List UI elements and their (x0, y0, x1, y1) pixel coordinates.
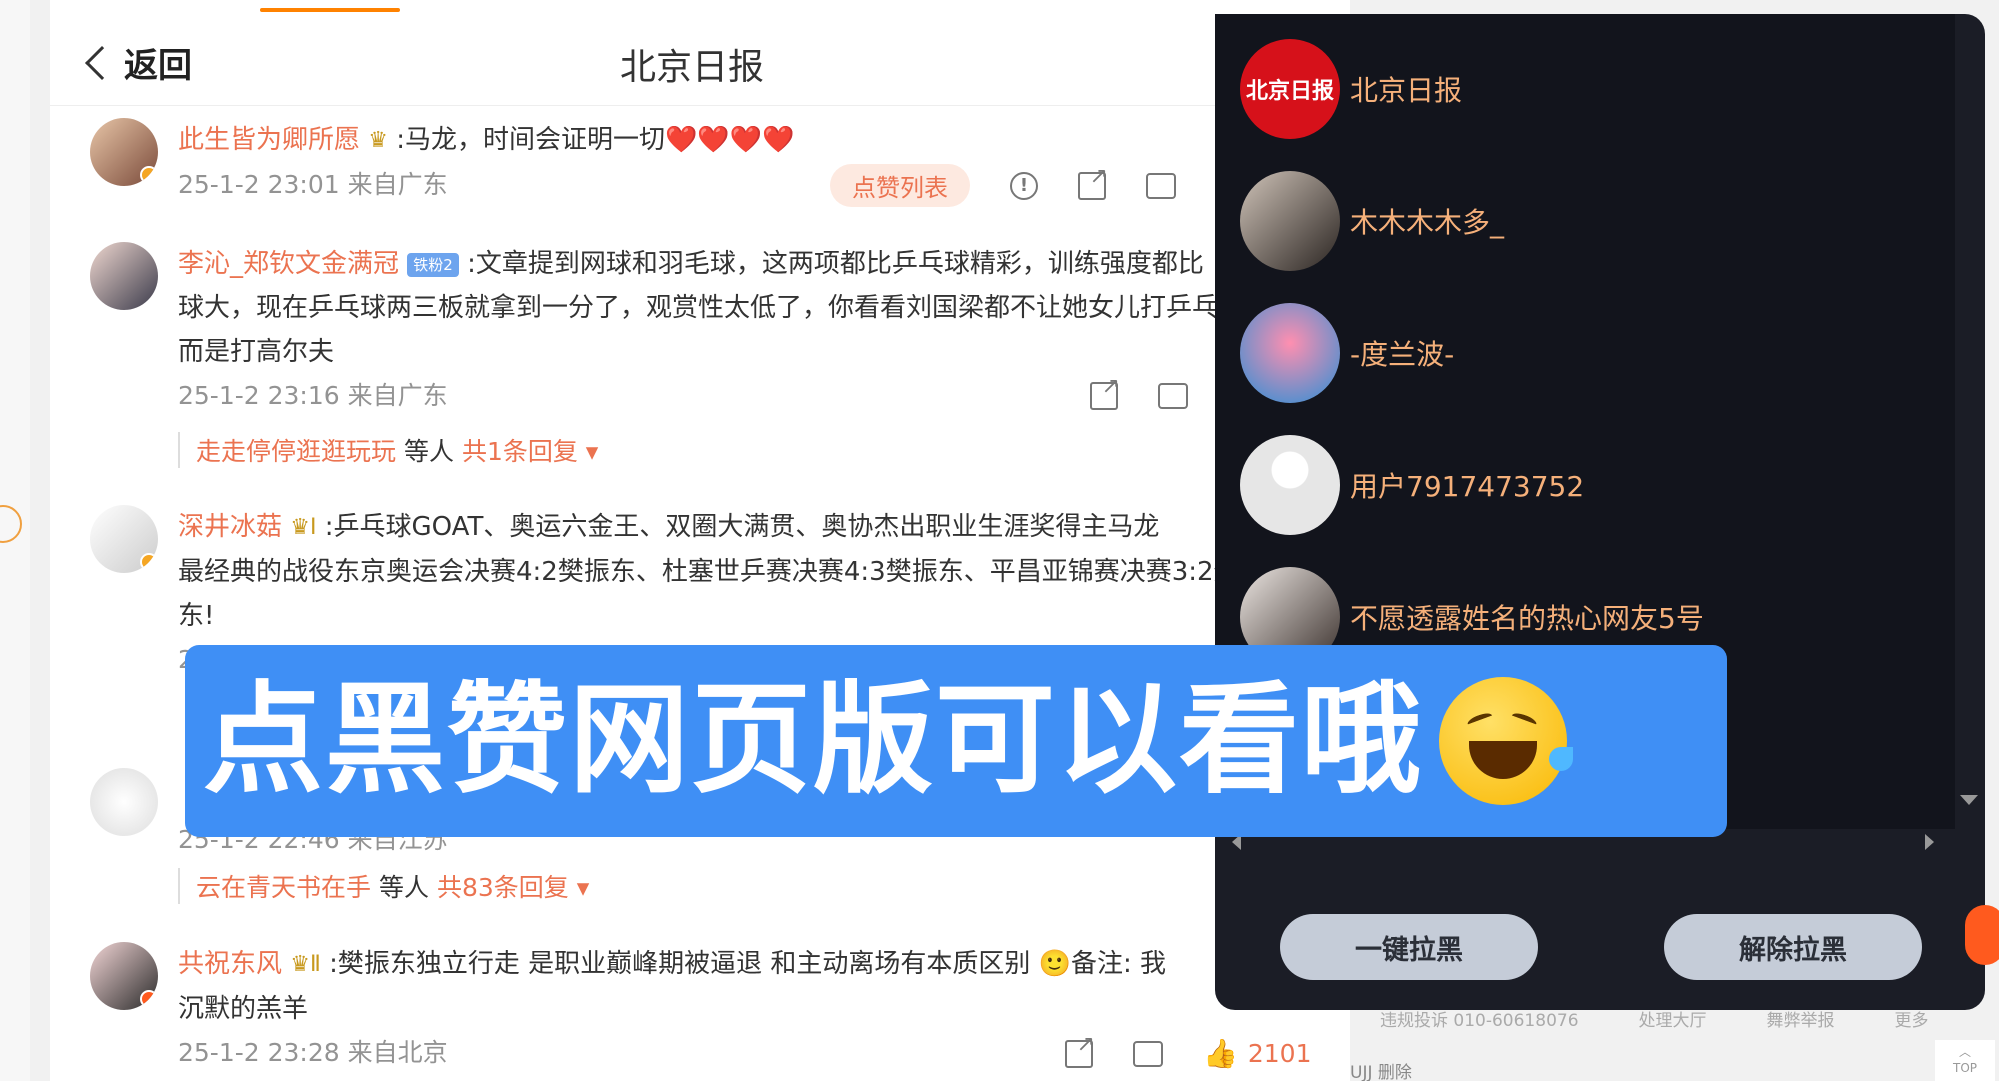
avatar[interactable] (90, 942, 158, 1010)
avatar[interactable] (90, 768, 158, 836)
comment-icon[interactable] (1133, 1040, 1163, 1067)
avatar[interactable] (90, 118, 158, 186)
comment-text-line2: 球大，现在乒乓球两三板就拿到一分了，观赏性太低了，你看看刘国梁都不让她女儿打乒乓 (178, 293, 1219, 323)
comment-text-line1: :乒乓球GOAT、奥运六金王、双圈大满贯、奥协杰出职业生涯奖得主马龙 (324, 512, 1160, 542)
crown-icon: ♛ (368, 127, 389, 153)
avatar[interactable] (90, 242, 158, 310)
comment-text-line2: 最经典的战役东京奥运会决赛4:2樊振东、杜塞世乒赛决赛4:3樊振东、平昌亚锦赛决… (178, 556, 1240, 587)
scroll-down-arrow-icon[interactable] (1960, 795, 1978, 805)
chevron-down-icon: ▾ (585, 437, 599, 466)
comment-actions: 👍 2101 (1065, 1032, 1312, 1070)
comment-username[interactable]: 深井冰菇 (178, 512, 282, 542)
reply-summary[interactable]: 走走停停逛逛玩玩 等人 共1条回复 ▾ (178, 432, 598, 468)
like-user-item[interactable]: 用户7917473752 (1240, 435, 1584, 535)
thumbs-up-icon: 👍 (1203, 1037, 1238, 1070)
back-to-top-button[interactable]: ︿ TOP (1935, 1040, 1995, 1081)
reply-username[interactable]: 云在青天书在手 (196, 873, 371, 902)
chevron-down-icon: ▾ (576, 873, 590, 902)
comment-actions: 点赞列表 ! (830, 164, 1176, 207)
verified-badge-icon (140, 166, 158, 184)
like-user-item[interactable]: -度兰波- (1240, 303, 1454, 403)
like-count: 2101 (1247, 1039, 1312, 1068)
share-icon[interactable] (1078, 164, 1108, 200)
comment-username[interactable]: 共祝东风 (178, 949, 282, 979)
comment-text: :马龙，时间会证明一切❤️❤️❤️❤️ (396, 125, 795, 155)
page-title: 北京日报 (620, 47, 765, 88)
like-list-button[interactable]: 点赞列表 (830, 164, 970, 207)
back-button[interactable]: 返回 (80, 38, 192, 87)
comment-text-line3: 而是打高尔夫 (178, 337, 335, 367)
like-user-item[interactable]: 木木木木多_ (1240, 171, 1504, 271)
comment-username[interactable]: 李沁_郑钦文金满冠 (178, 249, 399, 279)
like-user-item[interactable]: 北京日报 北京日报 (1240, 39, 1462, 139)
floating-action-icon[interactable] (1965, 905, 1999, 965)
tab-indicator (260, 8, 400, 12)
comment-text-line1: :樊振东独立行走 是职业巅峰期被逼退 和主动离场有本质区别 🙂备注: 我 (329, 949, 1167, 979)
comment-icon[interactable] (1158, 383, 1188, 409)
verified-badge-icon (140, 990, 158, 1008)
avatar-beijing-daily-logo: 北京日报 (1240, 39, 1340, 139)
crown-icon: ♛Ⅱ (290, 951, 321, 977)
reply-mid-text: 等人 (403, 437, 454, 466)
screenshot-root: 返回 北京日报 此生皆为卿所愿 ♛ :马龙，时间会证明一切❤️❤️❤️❤️ 25… (0, 0, 1999, 1081)
like-user-name: -度兰波- (1350, 338, 1455, 371)
reply-summary[interactable]: 云在青天书在手 等人 共83条回复 ▾ (178, 868, 589, 904)
reply-count[interactable]: 共1条回复 (462, 437, 578, 466)
avatar[interactable] (90, 505, 158, 573)
banner-text: 点黑赞网页版可以看哦 (203, 671, 1423, 810)
verified-badge-icon (140, 553, 158, 571)
comment-icon[interactable] (1146, 172, 1176, 199)
footer-row2: UJJ 删除 (1350, 1063, 1412, 1081)
comment-text-line1: :文章提到网球和羽毛球，这两项都比乒乓球精彩，训练强度都比 (467, 249, 1204, 279)
like-user-name: 木木木木多_ (1350, 206, 1505, 239)
page-header: 返回 北京日报 (50, 14, 1350, 106)
like-user-name: 不愿透露姓名的热心网友5号 (1350, 602, 1704, 635)
reply-count[interactable]: 共83条回复 (437, 873, 569, 902)
comment-page: 返回 北京日报 此生皆为卿所愿 ♛ :马龙，时间会证明一切❤️❤️❤️❤️ 25… (50, 0, 1350, 1081)
share-icon[interactable] (1065, 1032, 1095, 1068)
overlay-caption-banner: 点黑赞网页版可以看哦 (185, 645, 1727, 837)
avatar (1240, 171, 1340, 271)
block-all-button[interactable]: 一键拉黑 (1280, 914, 1538, 980)
default-avatar-icon (1240, 435, 1340, 535)
reply-username[interactable]: 走走停停逛逛玩玩 (196, 437, 396, 466)
like-button[interactable]: 👍 2101 (1203, 1037, 1312, 1070)
rolling-laughing-emoji-icon (1439, 677, 1573, 805)
share-icon[interactable] (1090, 374, 1120, 410)
unblock-button[interactable]: 解除拉黑 (1664, 914, 1922, 980)
crown-icon: ♛Ⅰ (290, 514, 317, 540)
comment-text-line3: 东! (178, 600, 215, 631)
comment-username[interactable]: 此生皆为卿所愿 (178, 125, 360, 155)
scroll-right-arrow-icon[interactable] (1925, 834, 1934, 850)
avatar (1240, 303, 1340, 403)
reply-mid-text: 等人 (378, 873, 429, 902)
comment-actions (1090, 374, 1188, 410)
back-label: 返回 (124, 46, 192, 86)
fan-badge: 铁粉2 (407, 252, 459, 277)
like-user-name: 北京日报 (1350, 74, 1463, 107)
top-label: TOP (1952, 1061, 1977, 1075)
like-user-name: 用户7917473752 (1350, 470, 1585, 503)
comment-text-line2: 沉默的羔羊 (178, 993, 309, 1024)
chevron-left-icon (85, 45, 119, 80)
report-icon[interactable]: ! (1010, 171, 1038, 200)
